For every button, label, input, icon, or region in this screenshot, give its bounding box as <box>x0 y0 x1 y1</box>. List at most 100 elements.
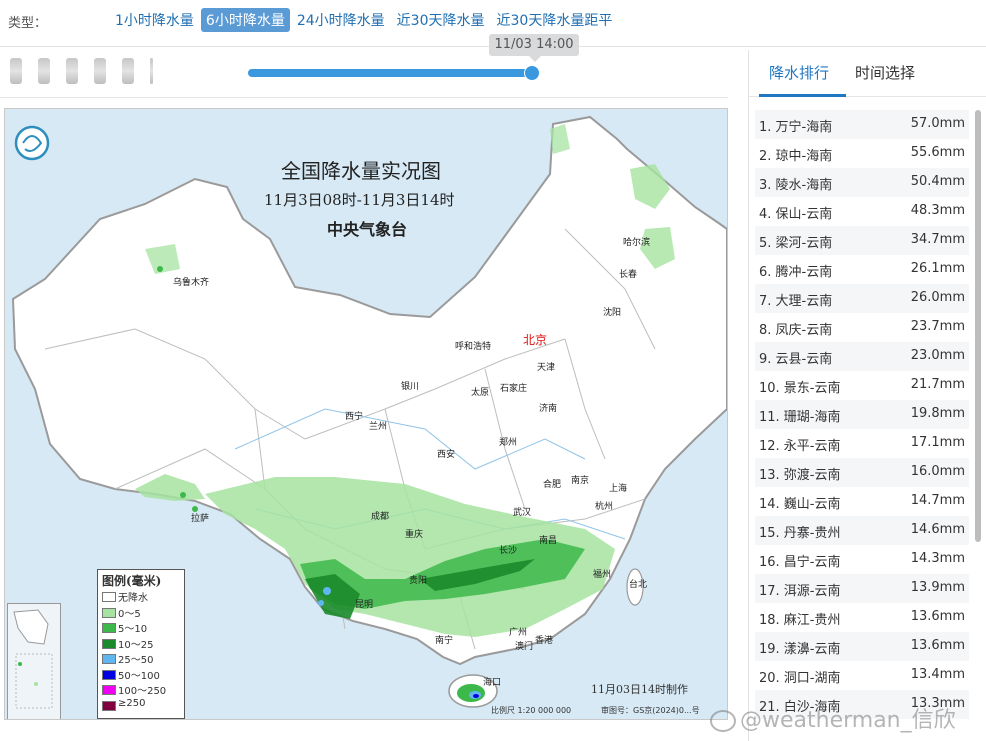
station-name: 8. 凤庆-云南 <box>759 323 833 338</box>
type-tabs: 1小时降水量 6小时降水量 24小时降水量 近30天降水量 近30天降水量距平 <box>110 8 619 32</box>
station-name: 1. 万宁-海南 <box>759 120 833 135</box>
ranking-row[interactable]: 3. 陵水-海南 50.4mm <box>755 168 969 197</box>
city-label: 乌鲁木齐 <box>173 278 210 288</box>
station-name: 7. 大理-云南 <box>759 294 833 309</box>
time-slider-handle[interactable] <box>524 65 540 81</box>
precip-value: 26.1mm <box>910 261 965 276</box>
scrollbar[interactable] <box>975 110 981 542</box>
frame-button[interactable] <box>10 58 22 84</box>
panel-tabs: 降水排行 时间选择 <box>749 50 986 97</box>
city-label: 贵阳 <box>409 576 428 586</box>
ranking-row[interactable]: 16. 昌宁-云南 14.3mm <box>755 545 969 574</box>
legend-title: 图例(毫米) <box>102 574 162 588</box>
map-legend: 图例(毫米) 无降水 0～5 5～10 10～25 25～50 50～100 1… <box>97 569 185 719</box>
ranking-row[interactable]: 2. 琼中-海南 55.6mm <box>755 139 969 168</box>
station-name: 10. 景东-云南 <box>759 381 841 396</box>
ranking-row[interactable]: 18. 麻江-贵州 13.6mm <box>755 603 969 632</box>
precip-value: 48.3mm <box>910 203 965 218</box>
legend-item: ≥250 <box>98 698 184 714</box>
city-label: 福州 <box>593 570 612 580</box>
ranking-row[interactable]: 6. 腾冲-云南 26.1mm <box>755 255 969 284</box>
ranking-row[interactable]: 17. 洱源-云南 13.9mm <box>755 574 969 603</box>
active-tab-underline <box>759 94 846 97</box>
divider <box>0 97 728 98</box>
tab-30d-anomaly[interactable]: 近30天降水量距平 <box>492 8 618 32</box>
legend-item: 25～50 <box>98 651 184 667</box>
frame-button[interactable] <box>94 58 106 84</box>
ranking-row[interactable]: 1. 万宁-海南 57.0mm <box>755 110 969 139</box>
precip-value: 23.0mm <box>910 348 965 363</box>
tab-time-select[interactable]: 时间选择 <box>855 62 915 83</box>
city-label: 呼和浩特 <box>455 342 492 352</box>
city-label: 广州 <box>509 628 528 638</box>
precip-value: 57.0mm <box>910 116 965 131</box>
city-label: 上海 <box>609 484 628 494</box>
frame-button[interactable] <box>150 58 153 84</box>
tab-6h-precip[interactable]: 6小时降水量 <box>200 8 290 32</box>
station-name: 15. 丹寨-贵州 <box>759 526 841 541</box>
precip-value: 13.6mm <box>910 638 965 653</box>
ranking-row[interactable]: 4. 保山-云南 48.3mm <box>755 197 969 226</box>
ranking-row[interactable]: 12. 永平-云南 17.1mm <box>755 429 969 458</box>
map-agency: 中央气象台 <box>327 220 408 239</box>
ranking-row[interactable]: 11. 珊瑚-海南 19.8mm <box>755 400 969 429</box>
precip-value: 14.3mm <box>910 551 965 566</box>
frame-button[interactable] <box>66 58 78 84</box>
map-approval: 审图号：GS京(2024)0...号 <box>601 706 700 715</box>
city-label: 天津 <box>537 363 556 373</box>
station-name: 12. 永平-云南 <box>759 439 841 454</box>
tab-30d-precip[interactable]: 近30天降水量 <box>392 8 490 32</box>
city-label: 西安 <box>437 450 456 460</box>
city-label: 太原 <box>471 388 490 398</box>
city-label: 南昌 <box>539 536 558 546</box>
weibo-icon <box>710 710 736 732</box>
station-name: 6. 腾冲-云南 <box>759 265 833 280</box>
ranking-row[interactable]: 15. 丹寨-贵州 14.6mm <box>755 516 969 545</box>
city-label: 香港 <box>535 636 554 646</box>
legend-item: 0～5 <box>98 605 184 621</box>
city-label: 拉萨 <box>191 514 210 524</box>
city-label: 重庆 <box>405 530 424 540</box>
legend-item: 10～25 <box>98 636 184 652</box>
precipitation-map: 全国降水量实况图 11月3日08时-11月3日14时 中央气象台 乌鲁木齐 哈尔… <box>4 108 728 720</box>
ranking-row[interactable]: 9. 云县-云南 23.0mm <box>755 342 969 371</box>
precip-value: 21.7mm <box>910 377 965 392</box>
map-title: 全国降水量实况图 <box>281 159 441 183</box>
station-name: 18. 麻江-贵州 <box>759 613 841 628</box>
ranking-row[interactable]: 14. 巍山-云南 14.7mm <box>755 487 969 516</box>
ranking-row[interactable]: 5. 梁河-云南 34.7mm <box>755 226 969 255</box>
ranking-row[interactable]: 19. 漾濞-云南 13.6mm <box>755 632 969 661</box>
legend-item: 无降水 <box>98 589 184 605</box>
legend-item: 100～250 <box>98 682 184 698</box>
precip-value: 16.0mm <box>910 464 965 479</box>
frame-button[interactable] <box>38 58 50 84</box>
station-name: 14. 巍山-云南 <box>759 497 841 512</box>
city-label: 郑州 <box>499 438 518 448</box>
city-label: 长春 <box>619 270 638 280</box>
precip-value: 23.7mm <box>910 319 965 334</box>
tab-1h-precip[interactable]: 1小时降水量 <box>110 8 199 32</box>
city-label: 长沙 <box>499 546 518 556</box>
ranking-row[interactable]: 13. 弥渡-云南 16.0mm <box>755 458 969 487</box>
ranking-row[interactable]: 10. 景东-云南 21.7mm <box>755 371 969 400</box>
ranking-row[interactable]: 20. 洞口-湖南 13.4mm <box>755 661 969 690</box>
frame-button[interactable] <box>122 58 134 84</box>
city-label: 澳门 <box>515 642 534 652</box>
map-period: 11月3日08时-11月3日14时 <box>264 191 455 209</box>
city-label: 沈阳 <box>603 308 622 318</box>
station-name: 19. 漾濞-云南 <box>759 642 841 657</box>
tab-ranking[interactable]: 降水排行 <box>769 62 829 83</box>
city-label: 杭州 <box>595 502 614 512</box>
station-name: 5. 梁河-云南 <box>759 236 833 251</box>
ranking-row[interactable]: 7. 大理-云南 26.0mm <box>755 284 969 313</box>
watermark: @weatherman_信欣 <box>710 702 956 734</box>
ranking-row[interactable]: 8. 凤庆-云南 23.7mm <box>755 313 969 342</box>
ranking-list: 1. 万宁-海南 57.0mm 2. 琼中-海南 55.6mm 3. 陵水-海南 50.4… <box>755 110 969 719</box>
cma-logo <box>14 125 50 161</box>
city-label: 台北 <box>629 580 648 590</box>
precip-value: 13.6mm <box>910 609 965 624</box>
precip-value: 14.6mm <box>910 522 965 537</box>
station-name: 16. 昌宁-云南 <box>759 555 841 570</box>
precip-value: 19.8mm <box>910 406 965 421</box>
tab-24h-precip[interactable]: 24小时降水量 <box>292 8 390 32</box>
